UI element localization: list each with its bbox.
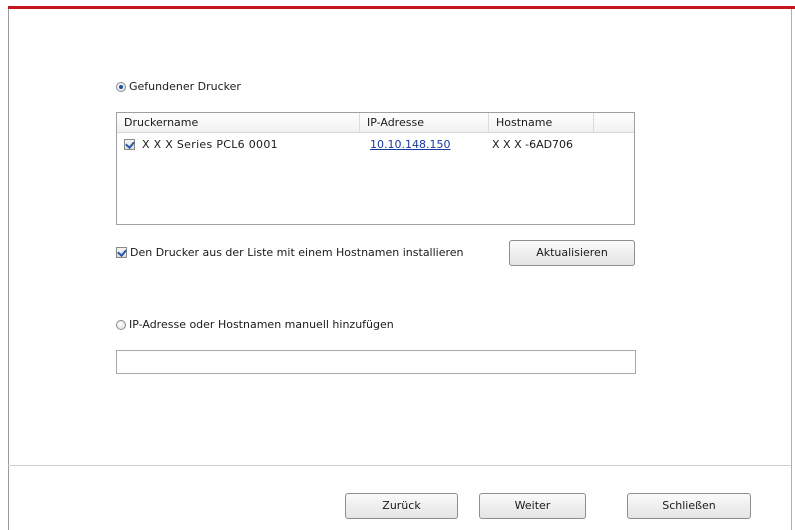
install-with-hostname-checkbox[interactable] <box>116 247 127 258</box>
printer-list-header: Druckername IP-Adresse Hostname <box>117 113 634 133</box>
window-border-right <box>791 9 792 530</box>
manual-add-radio[interactable] <box>116 320 126 330</box>
refresh-button[interactable]: Aktualisieren <box>509 240 635 266</box>
checkmark-icon <box>125 139 135 149</box>
window-border-left <box>8 9 9 530</box>
printer-list[interactable]: Druckername IP-Adresse Hostname X X X Se… <box>116 112 635 225</box>
column-header-printer-name[interactable]: Druckername <box>117 113 360 132</box>
manual-add-label: IP-Adresse oder Hostnamen manuell hinzuf… <box>129 318 394 331</box>
install-with-hostname-label: Den Drucker aus der Liste mit einem Host… <box>130 246 464 259</box>
close-button[interactable]: Schließen <box>627 493 751 519</box>
found-printer-label: Gefundener Drucker <box>129 80 241 93</box>
column-header-hostname[interactable]: Hostname <box>489 113 594 132</box>
printer-hostname-cell: X X X -6AD706 <box>492 138 574 151</box>
accent-top-bar <box>8 6 795 9</box>
column-header-ip-address[interactable]: IP-Adresse <box>360 113 489 132</box>
back-button[interactable]: Zurück <box>345 493 458 519</box>
manual-address-input[interactable] <box>116 350 636 374</box>
printer-name-cell: X X X Series PCL6 0001 <box>142 138 278 151</box>
printer-row[interactable]: X X X Series PCL6 0001 10.10.148.150 X X… <box>117 137 634 155</box>
found-printer-radio[interactable] <box>116 82 126 92</box>
footer-divider <box>8 465 791 466</box>
next-button[interactable]: Weiter <box>479 493 586 519</box>
checkmark-icon <box>117 247 127 257</box>
printer-row-checkbox[interactable] <box>124 139 135 150</box>
printer-ip-cell[interactable]: 10.10.148.150 <box>370 137 450 153</box>
